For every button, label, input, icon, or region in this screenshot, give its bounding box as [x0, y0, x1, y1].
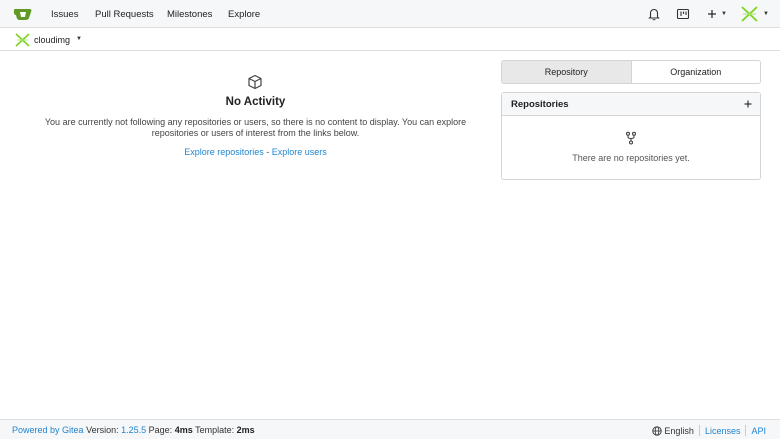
gitea-logo-icon[interactable]	[13, 6, 33, 22]
tab-repository[interactable]: Repository	[502, 61, 632, 83]
repo-forked-icon	[625, 131, 637, 145]
page-time-value: 4ms	[174, 425, 193, 435]
empty-feed-title: No Activity	[225, 96, 286, 108]
context-name[interactable]: cloudimg	[34, 35, 70, 45]
footer-divider	[745, 425, 747, 436]
footer-info: Powered by Gitea Version: 1.25.5 Page: 4…	[12, 425, 255, 435]
version-link[interactable]: 1.25.5	[121, 425, 146, 435]
explore-links: Explore repositories - Explore users	[150, 147, 361, 157]
kanban-icon[interactable]	[676, 7, 690, 21]
nav-issues[interactable]: Issues	[51, 9, 78, 20]
context-caret-icon[interactable]: ▼	[76, 36, 82, 42]
globe-icon[interactable]	[652, 425, 663, 436]
repositories-title: Repositories	[511, 99, 569, 110]
explore-repositories-link[interactable]: Explore repositories	[184, 147, 264, 157]
repositories-empty-text: There are no repositories yet.	[572, 153, 690, 163]
user-menu-caret-icon[interactable]: ▼	[763, 11, 769, 17]
language-selector[interactable]: English	[664, 426, 694, 436]
footer: Powered by Gitea Version: 1.25.5 Page: 4…	[0, 419, 780, 439]
bell-icon[interactable]	[647, 7, 661, 21]
plus-icon[interactable]	[705, 7, 719, 21]
explore-users-link[interactable]: Explore users	[272, 147, 327, 157]
tab-organization[interactable]: Organization	[632, 61, 761, 83]
template-time-value: 2ms	[236, 425, 255, 435]
footer-divider	[698, 425, 700, 436]
create-caret-icon[interactable]: ▼	[721, 11, 727, 17]
powered-by-gitea-link[interactable]: Powered by Gitea	[12, 425, 84, 435]
context-switcher-bar: cloudimg ▼	[0, 28, 780, 51]
context-avatar[interactable]	[15, 33, 30, 47]
version-label: Version:	[86, 425, 119, 435]
repositories-panel: Repositories There are no repositories y…	[501, 92, 761, 180]
new-repository-plus-icon[interactable]	[741, 97, 755, 111]
page-time-label: Page:	[148, 425, 173, 435]
user-avatar[interactable]	[741, 6, 758, 22]
licenses-link[interactable]: Licenses	[705, 426, 741, 436]
empty-feed-description: You are currently not following any repo…	[44, 117, 467, 138]
top-navbar: Issues Pull Requests Milestones Explore …	[0, 0, 780, 28]
link-separator: -	[263, 147, 272, 157]
nav-pull-requests[interactable]: Pull Requests	[95, 9, 154, 20]
package-icon	[248, 74, 262, 90]
dashboard-tabs: Repository Organization	[501, 60, 761, 84]
repositories-header: Repositories	[502, 93, 760, 116]
nav-milestones[interactable]: Milestones	[167, 9, 212, 20]
nav-explore[interactable]: Explore	[228, 9, 260, 20]
api-link[interactable]: API	[751, 426, 766, 436]
template-time-label: Template:	[195, 425, 235, 435]
footer-links: English Licenses API	[652, 425, 766, 436]
